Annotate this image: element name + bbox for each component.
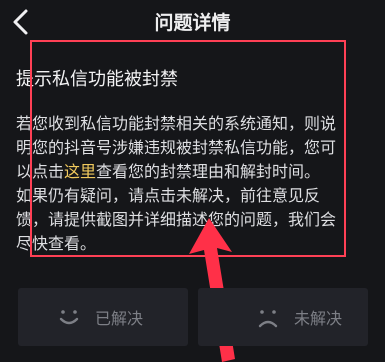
answer-line-text: 以点击 — [16, 162, 65, 181]
answer-line: 馈，请提供截图并详细描述您的问题，我们会 — [16, 208, 371, 232]
smile-icon — [55, 303, 83, 331]
answer-line-text: 馈，请提供截图并详细描述您的问题，我们会 — [16, 210, 337, 229]
answer-line-with-link: 以点击这里查看您的封禁理由和解封时间。 — [16, 160, 371, 184]
question-title: 提示私信功能被封禁 — [16, 69, 178, 90]
answer-line-text: 查看您的封禁理由和解封时间。 — [96, 162, 321, 181]
answer-line: 若您收到私信功能封禁相关的系统通知，则说 — [16, 112, 371, 136]
unresolved-label: 未解决 — [294, 309, 343, 328]
answer-line: 尽快查看。 — [16, 232, 371, 256]
feedback-buttons: 已解决 未解决 — [18, 288, 368, 346]
answer-line-text: 若您收到私信功能封禁相关的系统通知，则说 — [16, 114, 337, 133]
here-link[interactable]: 这里 — [64, 162, 96, 181]
help-article-screen: 问题详情 提示私信功能被封禁 若您收到私信功能封禁相关的系统通知，则说 明您的抖… — [0, 0, 385, 362]
resolved-label: 已解决 — [95, 309, 144, 328]
answer-text: 若您收到私信功能封禁相关的系统通知，则说 明您的抖音号涉嫌违规被封禁私信功能，您… — [16, 112, 371, 256]
answer-line-text: 明您的抖音号涉嫌违规被封禁私信功能，您可 — [16, 138, 337, 157]
answer-line: 如果仍有疑问，请点击未解决，前往意见反 — [16, 184, 371, 208]
answer-line-text: 尽快查看。 — [16, 234, 97, 253]
header: 问题详情 — [0, 0, 385, 44]
unresolved-button[interactable]: 未解决 — [198, 288, 368, 346]
page-title: 问题详情 — [154, 12, 231, 34]
answer-line: 明您的抖音号涉嫌违规被封禁私信功能，您可 — [16, 136, 371, 160]
answer-line-text: 如果仍有疑问，请点击未解决，前往意见反 — [16, 186, 321, 205]
sad-face-icon — [254, 303, 282, 331]
article-content: 提示私信功能被封禁 若您收到私信功能封禁相关的系统通知，则说 明您的抖音号涉嫌违… — [16, 68, 366, 256]
resolved-button[interactable]: 已解决 — [18, 288, 188, 346]
